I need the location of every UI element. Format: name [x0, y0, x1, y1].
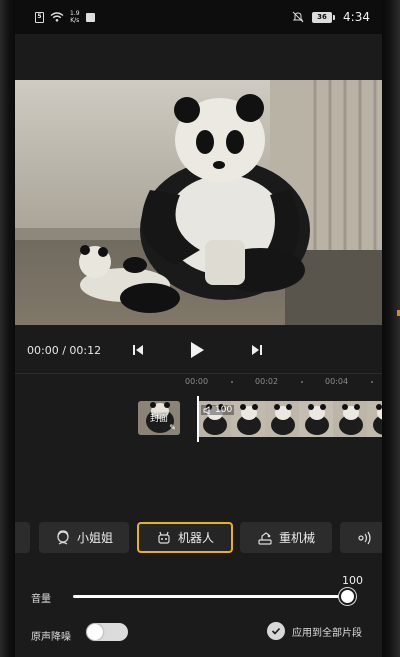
- voice-effect-label: 机器人: [177, 531, 214, 545]
- skip-to-end-button[interactable]: [246, 339, 268, 361]
- notification-badge-icon: [85, 12, 95, 22]
- voice-effect-robot[interactable]: 机器人: [137, 522, 233, 553]
- phone-frame-right: [382, 0, 400, 657]
- clip-volume-value: 100: [215, 405, 233, 415]
- apply-to-all-label: 应用到全部片段: [292, 627, 362, 639]
- voice-effect-sound-wave[interactable]: [340, 522, 382, 553]
- robot-icon: [158, 531, 170, 544]
- clip-volume-tag: 100: [201, 405, 235, 415]
- video-preview[interactable]: [15, 80, 382, 325]
- current-time: 00:00: [27, 344, 59, 357]
- total-duration: 00:12: [69, 344, 102, 357]
- status-bar: 5 1.9 K/s 36 4:34: [15, 0, 382, 34]
- cover-button[interactable]: 封面 ✎: [138, 401, 180, 435]
- muted-bell-icon: [292, 11, 304, 23]
- skip-to-start-button[interactable]: [127, 339, 149, 361]
- skip-to-end-icon: [252, 345, 262, 355]
- clock: 4:34: [343, 10, 370, 24]
- battery-level: 36: [312, 11, 333, 23]
- apply-to-all-clips[interactable]: 应用到全部片段: [267, 622, 362, 640]
- volume-label: 音量: [31, 594, 51, 605]
- audio-options-row: 原声降噪 应用到全部片段: [15, 613, 382, 657]
- checkmark-icon: [267, 622, 285, 640]
- voice-effect-chip-partial[interactable]: [15, 522, 30, 553]
- denoise-toggle[interactable]: [86, 623, 128, 641]
- time-readout: 00:00 / 00:12: [27, 344, 101, 357]
- clip-frame: [265, 401, 299, 437]
- volume-slider-thumb[interactable]: [339, 588, 356, 605]
- panda-video-frame: [15, 80, 382, 325]
- playback-controls: 00:00 / 00:12: [15, 325, 382, 373]
- voice-effect-label: 重机械: [278, 531, 315, 545]
- toggle-knob: [87, 624, 103, 640]
- play-icon: [191, 342, 204, 358]
- volume-control: 音量 100: [15, 563, 382, 613]
- top-toolbar-area: [15, 34, 382, 80]
- volume-value: 100: [342, 574, 363, 587]
- voice-effects-list: 小姐姐 机器人 重机械: [15, 513, 382, 563]
- play-button[interactable]: [186, 339, 208, 361]
- ruler-tick-label: 00:04: [325, 377, 349, 386]
- machinery-icon: [258, 531, 272, 545]
- sound-wave-icon: [358, 531, 371, 544]
- clip-frame: [231, 401, 265, 437]
- ruler-tick-label: 00:00: [185, 377, 209, 386]
- playhead[interactable]: [197, 396, 199, 442]
- timeline[interactable]: 00:00 00:02 00:04 封面 ✎ 100: [15, 373, 382, 513]
- voice-effect-girl[interactable]: 小姐姐: [39, 522, 129, 553]
- clip-frame: [367, 401, 382, 437]
- ruler-tick-label: 00:02: [255, 377, 279, 386]
- voice-effect-label: 小姐姐: [76, 531, 113, 545]
- edit-pencil-icon: ✎: [169, 423, 176, 432]
- girl-face-icon: [57, 529, 69, 544]
- voice-effect-machinery[interactable]: 重机械: [240, 522, 332, 553]
- network-speed-unit: K/s: [70, 17, 80, 24]
- phone-frame-left: [0, 0, 15, 657]
- speaker-icon: [203, 405, 210, 415]
- volume-slider-track[interactable]: [73, 595, 348, 598]
- video-clip-strip[interactable]: 100: [197, 401, 382, 437]
- wifi-icon: [50, 12, 64, 22]
- denoise-label: 原声降噪: [31, 632, 71, 643]
- video-editor-screen: 5 1.9 K/s 36 4:34 00:00 / 00:12 00:00 00…: [15, 0, 382, 657]
- battery-icon: 36: [312, 11, 336, 23]
- network-speed: 1.9 K/s: [70, 10, 80, 24]
- time-separator: /: [58, 344, 70, 357]
- sim-card-icon: 5: [35, 11, 44, 23]
- network-speed-value: 1.9: [70, 10, 80, 17]
- clip-frame: [333, 401, 367, 437]
- skip-to-start-icon: [133, 345, 143, 355]
- clip-frame: [299, 401, 333, 437]
- time-ruler: 00:00 00:02 00:04: [15, 374, 382, 390]
